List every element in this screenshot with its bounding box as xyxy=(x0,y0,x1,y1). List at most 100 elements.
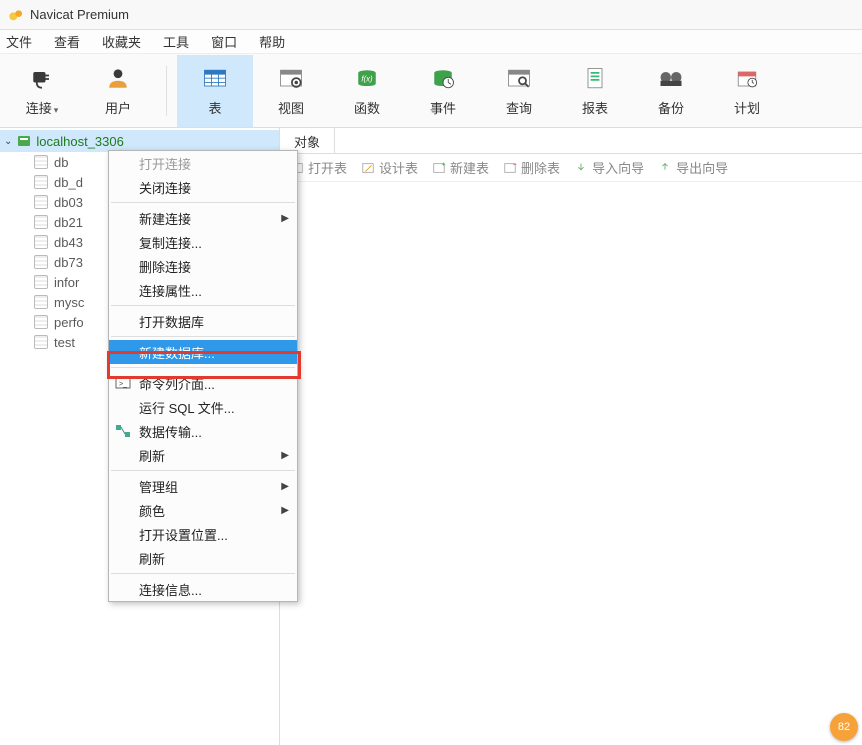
cm-manage-group[interactable]: 管理组 ▶ xyxy=(109,474,297,498)
toolbar-user[interactable]: 用户 xyxy=(80,55,156,127)
obj-tb-delete-table-label: 删除表 xyxy=(521,158,560,177)
cm-refresh[interactable]: 刷新▶ xyxy=(109,443,297,467)
toolbar-backup-label: 备份 xyxy=(658,98,684,117)
submenu-arrow-icon: ▶ xyxy=(281,213,289,224)
obj-tb-export-wizard[interactable]: 导出向导 xyxy=(658,158,728,177)
corner-badge-label: 82 xyxy=(838,721,850,733)
cm-run-sql-file[interactable]: 运行 SQL 文件... xyxy=(109,395,297,419)
cm-connection-info-label: 连接信息... xyxy=(139,580,202,599)
menu-file[interactable]: 文件 xyxy=(6,32,32,51)
toolbar: 连接▾ 用户 表 视图 f(x) 函数 事件 查询 xyxy=(0,54,862,128)
obj-tb-export-label: 导出向导 xyxy=(676,158,728,177)
app-title: Navicat Premium xyxy=(30,7,129,22)
obj-tb-open-table[interactable]: 打开表 xyxy=(290,158,347,177)
db-label: test xyxy=(54,335,75,350)
toolbar-view[interactable]: 视图 xyxy=(253,55,329,127)
cm-open-settings-location-label: 打开设置位置... xyxy=(139,525,228,544)
menu-window[interactable]: 窗口 xyxy=(211,32,237,51)
database-icon xyxy=(34,215,48,229)
cm-open-connection-label: 打开连接 xyxy=(139,154,191,173)
submenu-arrow-icon: ▶ xyxy=(281,505,289,516)
toolbar-report[interactable]: 报表 xyxy=(557,55,633,127)
toolbar-query-label: 查询 xyxy=(506,98,532,117)
toolbar-table[interactable]: 表 xyxy=(177,55,253,127)
plug-icon xyxy=(24,64,60,94)
obj-tb-delete-table[interactable]: − 删除表 xyxy=(503,158,560,177)
menu-view[interactable]: 查看 xyxy=(54,32,80,51)
db-label: db73 xyxy=(54,255,83,270)
cm-close-connection-label: 关闭连接 xyxy=(139,178,191,197)
obj-tb-design-table[interactable]: 设计表 xyxy=(361,158,418,177)
cm-color[interactable]: 颜色 ▶ xyxy=(109,498,297,522)
cm-delete-connection[interactable]: 删除连接 xyxy=(109,254,297,278)
obj-tb-new-table[interactable]: + 新建表 xyxy=(432,158,489,177)
cm-refresh2[interactable]: 刷新 xyxy=(109,546,297,570)
cm-new-database[interactable]: 新建数据库... xyxy=(109,340,297,364)
toolbar-backup[interactable]: 备份 xyxy=(633,55,709,127)
database-icon xyxy=(34,175,48,189)
toolbar-event-label: 事件 xyxy=(430,98,456,117)
cm-refresh-label: 刷新 xyxy=(139,446,165,465)
submenu-arrow-icon: ▶ xyxy=(281,481,289,492)
cm-close-connection[interactable]: 关闭连接 xyxy=(109,175,297,199)
cm-manage-group-label: 管理组 xyxy=(139,477,178,496)
menu-favorites[interactable]: 收藏夹 xyxy=(102,32,141,51)
obj-tb-import-wizard[interactable]: 导入向导 xyxy=(574,158,644,177)
cm-command-line[interactable]: >_ 命令列介面... xyxy=(109,371,297,395)
cm-separator xyxy=(111,573,295,574)
database-icon xyxy=(34,235,48,249)
database-icon xyxy=(34,295,48,309)
design-table-icon xyxy=(361,161,375,175)
cm-new-connection[interactable]: 新建连接 ▶ xyxy=(109,206,297,230)
menu-tools[interactable]: 工具 xyxy=(163,32,189,51)
app-logo-icon xyxy=(8,7,24,23)
tree-connection[interactable]: ⌄ localhost_3306 xyxy=(0,130,279,152)
cm-separator xyxy=(111,470,295,471)
cm-refresh2-label: 刷新 xyxy=(139,549,165,568)
cm-new-database-label: 新建数据库... xyxy=(139,343,215,362)
import-icon xyxy=(574,161,588,175)
toolbar-divider xyxy=(166,66,167,116)
cm-new-connection-label: 新建连接 xyxy=(139,209,191,228)
cm-connection-info[interactable]: 连接信息... xyxy=(109,577,297,601)
cm-command-line-label: 命令列介面... xyxy=(139,374,215,393)
cm-data-transfer[interactable]: 数据传输... xyxy=(109,419,297,443)
toolbar-function[interactable]: f(x) 函数 xyxy=(329,55,405,127)
cm-separator xyxy=(111,202,295,203)
toolbar-function-label: 函数 xyxy=(354,98,380,117)
cm-delete-connection-label: 删除连接 xyxy=(139,257,191,276)
query-icon xyxy=(501,64,537,94)
cm-connection-properties-label: 连接属性... xyxy=(139,281,202,300)
view-icon xyxy=(273,64,309,94)
context-menu: 打开连接 关闭连接 新建连接 ▶ 复制连接... 删除连接 连接属性... 打开数… xyxy=(108,150,298,602)
menu-help[interactable]: 帮助 xyxy=(259,32,285,51)
toolbar-query[interactable]: 查询 xyxy=(481,55,557,127)
menubar: 文件 查看 收藏夹 工具 窗口 帮助 xyxy=(0,30,862,54)
cm-color-label: 颜色 xyxy=(139,501,165,520)
toolbar-table-label: 表 xyxy=(208,98,221,117)
toolbar-view-label: 视图 xyxy=(278,98,304,117)
delete-table-icon: − xyxy=(503,161,517,175)
backup-icon xyxy=(653,64,689,94)
event-icon xyxy=(425,64,461,94)
toolbar-connect[interactable]: 连接▾ xyxy=(4,55,80,127)
cm-open-settings-location[interactable]: 打开设置位置... xyxy=(109,522,297,546)
cm-open-database[interactable]: 打开数据库 xyxy=(109,309,297,333)
connection-label: localhost_3306 xyxy=(36,134,123,149)
data-transfer-icon xyxy=(115,423,131,439)
cm-connection-properties[interactable]: 连接属性... xyxy=(109,278,297,302)
corner-badge[interactable]: 82 xyxy=(830,713,858,741)
toolbar-report-label: 报表 xyxy=(582,98,608,117)
cm-separator xyxy=(111,336,295,337)
svg-text:f(x): f(x) xyxy=(361,75,373,84)
db-label: mysc xyxy=(54,295,84,310)
object-tabs: 对象 xyxy=(280,128,862,154)
toolbar-schedule-label: 计划 xyxy=(734,98,760,117)
toolbar-schedule[interactable]: 计划 xyxy=(709,55,785,127)
caret-down-icon[interactable]: ⌄ xyxy=(4,136,12,147)
cm-duplicate-connection[interactable]: 复制连接... xyxy=(109,230,297,254)
toolbar-event[interactable]: 事件 xyxy=(405,55,481,127)
function-icon: f(x) xyxy=(349,64,385,94)
schedule-icon xyxy=(729,64,765,94)
main-panel: 对象 打开表 设计表 + 新建表 − 删除表 导入向导 xyxy=(280,128,862,745)
